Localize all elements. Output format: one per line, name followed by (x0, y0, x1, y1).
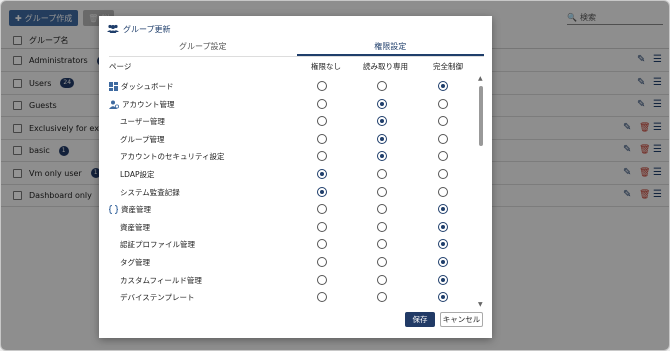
permission-page-label: デバイステンプレート (120, 293, 195, 303)
radio-full-control[interactable] (438, 204, 448, 215)
permission-row: LDAP設定 (109, 166, 479, 183)
radio-no-permission[interactable] (317, 221, 327, 232)
permission-page-label: 資産管理 (109, 204, 151, 215)
permission-page-label: ユーザー管理 (120, 117, 165, 127)
permission-row: ダッシュボード (109, 78, 479, 95)
group-icon (107, 24, 119, 35)
permission-row: 資産管理 (109, 219, 479, 236)
radio-full-control[interactable] (438, 186, 448, 197)
radio-read-only[interactable] (377, 257, 387, 267)
permission-page-label: LDAP設定 (120, 170, 155, 179)
permission-page-label: 資産管理 (120, 222, 150, 232)
radio-no-permission[interactable] (317, 169, 327, 179)
radio-read-only[interactable] (377, 133, 387, 144)
scroll-thumb[interactable] (479, 86, 483, 146)
permission-page-label: カスタムフィールド管理 (120, 275, 202, 285)
permission-row: アカウントのセキュリティ設定 (109, 148, 479, 165)
dialog-tabs: グループ設定 権限設定 (109, 40, 484, 56)
permission-page-label: アカウントのセキュリティ設定 (120, 152, 225, 162)
permission-row: タグ管理 (109, 254, 479, 271)
radio-full-control[interactable] (438, 274, 448, 285)
radio-no-permission[interactable] (317, 151, 327, 162)
permission-row: システム監査記録 (109, 184, 479, 201)
radio-no-permission[interactable] (317, 116, 327, 127)
tab-permission-settings[interactable]: 権限設定 (296, 40, 484, 56)
permission-row: 認証プロファイル管理 (109, 236, 479, 253)
radio-full-control[interactable] (438, 151, 448, 162)
permission-page-label: システム監査記録 (120, 187, 180, 197)
column-header-no-permission: 権限なし (311, 62, 341, 71)
permission-scrollbar[interactable]: ▲ ▼ (478, 76, 484, 308)
tab-divider (109, 56, 484, 57)
permission-row: デバイステンプレート (109, 289, 479, 306)
save-button[interactable]: 保存 (405, 312, 435, 327)
dialog-title: グループ更新 (107, 24, 171, 35)
radio-read-only[interactable] (377, 98, 387, 109)
permission-row: グループ管理 (109, 131, 479, 148)
permission-page-label: アカウント管理 (109, 99, 175, 110)
column-header-full-control: 完全制御 (433, 62, 463, 71)
group-update-dialog: グループ更新 グループ設定 権限設定 ページ 権限なし 読み取り専用 完全制御 … (99, 16, 492, 338)
scroll-up-icon[interactable]: ▲ (478, 76, 483, 82)
asset-icon (109, 205, 118, 215)
permission-table-header: ページ 権限なし 読み取り専用 完全制御 (109, 61, 484, 75)
radio-no-permission[interactable] (317, 98, 327, 109)
radio-full-control[interactable] (438, 133, 448, 144)
radio-full-control[interactable] (438, 98, 448, 109)
radio-full-control[interactable] (438, 221, 448, 232)
radio-no-permission[interactable] (317, 186, 327, 197)
dashboard-icon (109, 82, 118, 91)
radio-no-permission[interactable] (317, 81, 327, 91)
radio-full-control[interactable] (438, 169, 448, 179)
permission-list: ダッシュボード アカウント管理 ユーザー管理 グループ管理アカウントのセキュリティ設定… (109, 78, 479, 308)
permission-page-label: タグ管理 (120, 258, 150, 267)
radio-read-only[interactable] (377, 239, 387, 250)
scroll-down-icon[interactable]: ▼ (478, 302, 483, 308)
radio-full-control[interactable] (438, 81, 448, 91)
radio-no-permission[interactable] (317, 292, 327, 303)
radio-read-only[interactable] (377, 81, 387, 91)
radio-no-permission[interactable] (317, 204, 327, 215)
permission-row: カスタムフィールド管理 (109, 272, 479, 289)
permission-row: ユーザー管理 (109, 113, 479, 130)
tab-group-settings[interactable]: グループ設定 (109, 40, 297, 56)
cancel-button[interactable]: キャンセル (440, 312, 483, 327)
radio-read-only[interactable] (377, 169, 387, 179)
radio-no-permission[interactable] (317, 274, 327, 285)
radio-full-control[interactable] (438, 257, 448, 267)
permission-page-label: ダッシュボード (109, 81, 174, 92)
radio-read-only[interactable] (377, 151, 387, 162)
permission-page-label: 認証プロファイル管理 (120, 240, 195, 250)
radio-read-only[interactable] (377, 186, 387, 197)
radio-no-permission[interactable] (317, 257, 327, 267)
account-icon (109, 100, 119, 109)
radio-read-only[interactable] (377, 274, 387, 285)
permission-row: 資産管理 (109, 201, 479, 218)
radio-full-control[interactable] (438, 239, 448, 250)
permission-row: アカウント管理 (109, 96, 479, 113)
radio-read-only[interactable] (377, 221, 387, 232)
radio-full-control[interactable] (438, 292, 448, 303)
column-header-page: ページ (109, 62, 132, 71)
radio-no-permission[interactable] (317, 239, 327, 250)
app-window: ✚ グループ作成 🗑 削 🔍 検索 グループ名 Administrators20… (0, 0, 670, 351)
radio-no-permission[interactable] (317, 133, 327, 144)
radio-full-control[interactable] (438, 116, 448, 127)
radio-read-only[interactable] (377, 204, 387, 215)
radio-read-only[interactable] (377, 116, 387, 127)
column-header-read-only: 読み取り専用 (363, 62, 408, 71)
permission-page-label: グループ管理 (120, 134, 165, 144)
radio-read-only[interactable] (377, 292, 387, 303)
